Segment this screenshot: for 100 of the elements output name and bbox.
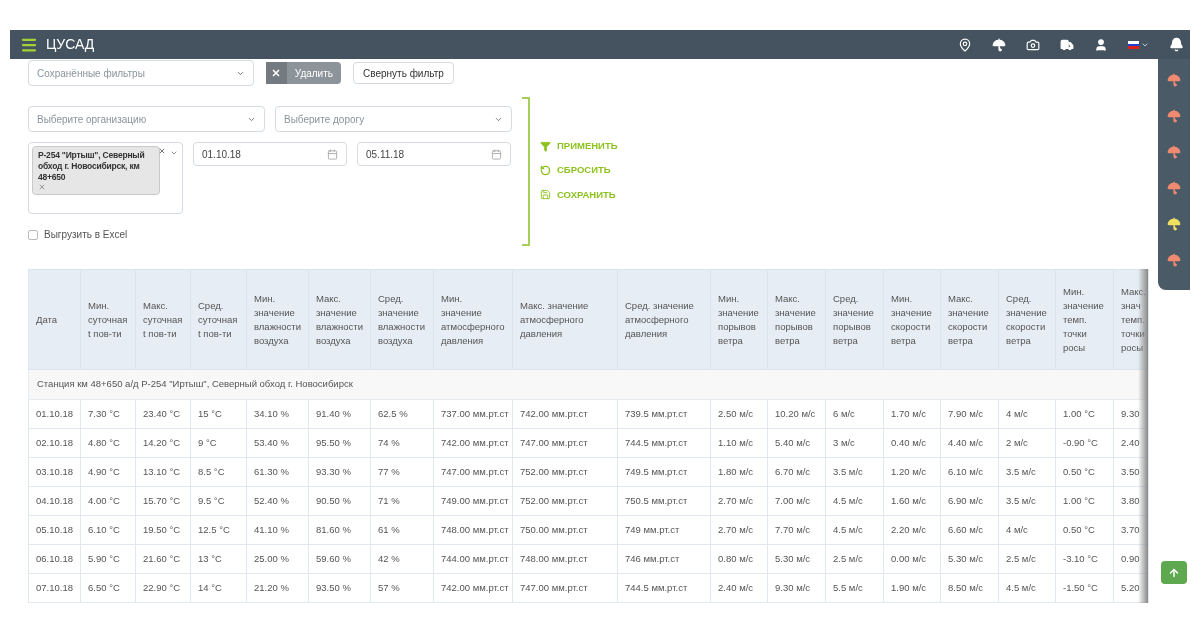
- action-button[interactable]: СБРОСИТЬ: [540, 163, 618, 178]
- table-cell: 744.00 мм.рт.ст: [433, 544, 513, 574]
- table-cell: 7.00 м/с: [767, 486, 826, 516]
- table-cell: 61 %: [370, 515, 434, 545]
- table-cell: 52.40 %: [246, 486, 309, 516]
- table-cell: 02.10.18: [28, 428, 81, 458]
- column-header: Макс. суточная t пов-ти: [135, 269, 191, 370]
- map-pin-icon[interactable]: [958, 37, 972, 52]
- table-cell: 748.00 мм.рт.ст: [512, 544, 618, 574]
- column-header: Макс. значение атмосферного давления: [512, 269, 618, 370]
- table-cell: 749 мм.рт.ст: [617, 515, 711, 545]
- action-button[interactable]: ПРИМЕНИТЬ: [540, 139, 618, 154]
- table-cell: 13 °C: [190, 544, 247, 574]
- column-header: Сред. значение скорости ветра: [998, 269, 1056, 370]
- table-cell: 2.70 м/с: [710, 515, 768, 545]
- table-cell: 747.00 мм.рт.ст: [512, 428, 618, 458]
- table-cell: 2.40: [1113, 428, 1149, 458]
- table-cell: 2.70 м/с: [710, 486, 768, 516]
- umbrella-icon[interactable]: [992, 37, 1006, 52]
- language-dropdown[interactable]: [1128, 40, 1149, 49]
- table-cell: 4.5 м/с: [998, 573, 1056, 603]
- truck-icon[interactable]: [1060, 37, 1074, 52]
- column-header: Сред. значение атмосферного давления: [617, 269, 711, 370]
- table-cell: 15 °C: [190, 399, 247, 429]
- table-cell: 5.90 °C: [80, 544, 136, 574]
- table-cell: 5.40 м/с: [767, 428, 826, 458]
- table-cell: 744.5 мм.рт.ст: [617, 573, 711, 603]
- table-cell: 81.60 %: [308, 515, 371, 545]
- table-cell: -1.50 °C: [1055, 573, 1114, 603]
- dropdown-field[interactable]: Выберите организацию: [28, 106, 265, 132]
- table-cell: 0.50 °C: [1055, 457, 1114, 487]
- station-select-field[interactable]: Р-254 "Иртыш", Северный обход г. Новосибирск, км 48+650: [28, 142, 183, 214]
- table-cell: 2.5 м/с: [998, 544, 1056, 574]
- table-cell: 6.10 °C: [80, 515, 136, 545]
- camera-icon[interactable]: [1026, 37, 1040, 52]
- table-cell: 1.20 м/с: [883, 457, 941, 487]
- date-field[interactable]: 05.11.18: [357, 142, 511, 166]
- table-cell: 1.00 °C: [1055, 486, 1114, 516]
- table-cell: 53.40 %: [246, 428, 309, 458]
- table-cell: 0.90: [1113, 544, 1149, 574]
- table-cell: 1.60 м/с: [883, 486, 941, 516]
- delete-button[interactable]: Удалить: [266, 62, 341, 84]
- user-icon[interactable]: [1094, 37, 1108, 52]
- table-cell: 4.40 м/с: [940, 428, 999, 458]
- collapse-filter-button[interactable]: Свернуть фильтр: [353, 62, 454, 84]
- table-cell: 9.30: [1113, 399, 1149, 429]
- table-cell: 744.5 мм.рт.ст: [617, 428, 711, 458]
- table-cell: 1.90 м/с: [883, 573, 941, 603]
- table-cell: 2.50 м/с: [710, 399, 768, 429]
- column-header: Макс. значение скорости ветра: [940, 269, 999, 370]
- clear-icon[interactable]: [158, 147, 166, 155]
- date-field[interactable]: 01.10.18: [193, 142, 347, 166]
- action-button[interactable]: СОХРАНИТЬ: [540, 187, 618, 202]
- umbrella-icon[interactable]: [1167, 217, 1181, 231]
- table-cell: 4 м/с: [998, 515, 1056, 545]
- table-cell: 2.5 м/с: [825, 544, 884, 574]
- table-cell: 752.00 мм.рт.ст: [512, 486, 618, 516]
- table-cell: 93.30 %: [308, 457, 371, 487]
- table-cell: 3.80: [1113, 486, 1149, 516]
- flag-icon: [1128, 40, 1139, 49]
- table-cell: 06.10.18: [28, 544, 81, 574]
- table-cell: 7.70 м/с: [767, 515, 826, 545]
- table-cell: 21.20 %: [246, 573, 309, 603]
- table-cell: 6 м/с: [825, 399, 884, 429]
- table-cell: -0.90 °C: [1055, 428, 1114, 458]
- table-cell: 34.10 %: [246, 399, 309, 429]
- table-cell: 15.70 °C: [135, 486, 191, 516]
- column-header: Сред. суточная t пов-ти: [190, 269, 247, 370]
- table-cell: 742.00 мм.рт.ст: [433, 428, 513, 458]
- table-cell: 6.90 м/с: [940, 486, 999, 516]
- table-cell: 7.90 м/с: [940, 399, 999, 429]
- table-cell: 5.5 м/с: [825, 573, 884, 603]
- table-cell: 2.40 м/с: [710, 573, 768, 603]
- table-cell: 62.5 %: [370, 399, 434, 429]
- column-header: Мин. значение атмосферного давления: [433, 269, 513, 370]
- table-cell: 9.30 м/с: [767, 573, 826, 603]
- dropdown-field[interactable]: Сохранённые фильтры: [28, 60, 254, 86]
- excel-checkbox[interactable]: [28, 229, 38, 240]
- column-header: Мин. значение порывов ветра: [710, 269, 768, 370]
- table-cell: 59.60 %: [308, 544, 371, 574]
- table-cell: 4 м/с: [998, 399, 1056, 429]
- table-cell: 8.50 м/с: [940, 573, 999, 603]
- column-header: Дата: [28, 269, 81, 370]
- notifications-icon[interactable]: [1169, 37, 1184, 52]
- table-cell: 19.50 °C: [135, 515, 191, 545]
- scroll-up-button[interactable]: [1161, 561, 1187, 584]
- table-cell: 4.00 °C: [80, 486, 136, 516]
- table-cell: 42 %: [370, 544, 434, 574]
- column-header: Макс. значение влажности воздуха: [308, 269, 371, 370]
- group-row: Станция км 48+650 а/д Р-254 "Иртыш", Северный обход г. Новосибирск: [28, 369, 1149, 400]
- table-cell: 6.60 м/с: [940, 515, 999, 545]
- table-cell: 22.90 °C: [135, 573, 191, 603]
- table-cell: 91.40 %: [308, 399, 371, 429]
- dropdown-field[interactable]: Выберите дорогу: [275, 106, 512, 132]
- table-cell: -3.10 °C: [1055, 544, 1114, 574]
- table-cell: 01.10.18: [28, 399, 81, 429]
- caret-icon: [170, 149, 178, 157]
- table-cell: 04.10.18: [28, 486, 81, 516]
- reset-icon: [540, 164, 551, 176]
- table-cell: 6.10 м/с: [940, 457, 999, 487]
